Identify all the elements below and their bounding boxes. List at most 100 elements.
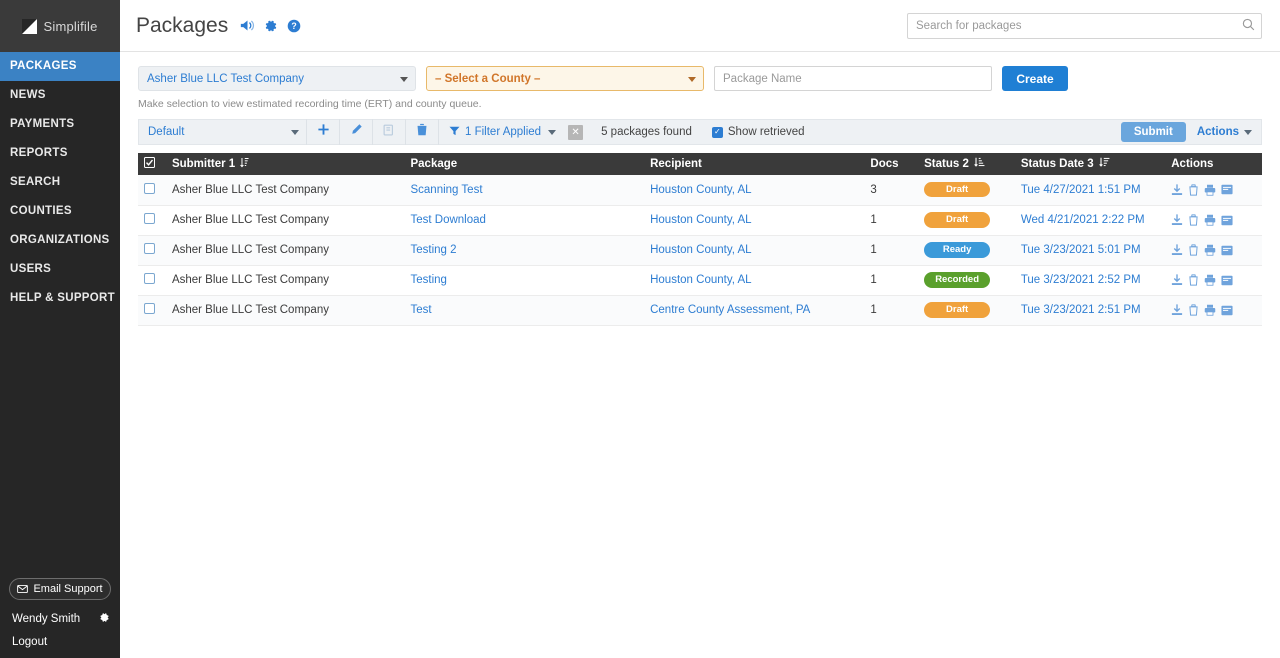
copy-view-button[interactable]: [373, 119, 406, 145]
sidebar-item-news[interactable]: NEWS: [0, 81, 120, 110]
cell-status-date[interactable]: Tue 4/27/2021 1:51 PM: [1014, 175, 1166, 206]
print-icon[interactable]: [1204, 304, 1216, 316]
show-retrieved-toggle[interactable]: ✓ Show retrieved: [711, 126, 805, 138]
county-select[interactable]: – Select a County –: [426, 66, 704, 91]
sidebar-item-payments[interactable]: PAYMENTS: [0, 110, 120, 139]
column-header-recipient[interactable]: Recipient: [644, 153, 865, 175]
sidebar-item-organizations[interactable]: ORGANIZATIONS: [0, 226, 120, 255]
download-icon[interactable]: [1171, 214, 1183, 226]
cell-recipient-link[interactable]: Houston County, AL: [644, 175, 865, 206]
download-icon[interactable]: [1171, 304, 1183, 316]
archive-icon[interactable]: [1221, 305, 1233, 316]
view-select[interactable]: Default: [139, 119, 307, 145]
cell-recipient-link[interactable]: Houston County, AL: [644, 235, 865, 266]
cell-actions: [1165, 265, 1262, 296]
column-header-docs[interactable]: Docs: [864, 153, 919, 175]
sidebar-item-counties[interactable]: COUNTIES: [0, 197, 120, 226]
sidebar-item-users[interactable]: USERS: [0, 255, 120, 284]
search-icon[interactable]: [1242, 18, 1255, 36]
column-header-submitter-label: Submitter 1: [171, 158, 236, 170]
cell-status: Draft: [918, 205, 1015, 236]
cell-status-date[interactable]: Wed 4/21/2021 2:22 PM: [1014, 205, 1166, 236]
gear-icon[interactable]: [264, 19, 278, 33]
package-name-input[interactable]: [714, 66, 992, 91]
row-select-cell[interactable]: [138, 295, 166, 326]
clear-filter-button[interactable]: ✕: [568, 124, 584, 140]
submit-button[interactable]: Submit: [1120, 122, 1186, 142]
cell-status-date[interactable]: Tue 3/23/2021 2:52 PM: [1014, 265, 1166, 296]
cell-status-date[interactable]: Tue 3/23/2021 5:01 PM: [1014, 235, 1166, 266]
download-icon[interactable]: [1171, 184, 1183, 196]
select-all-header[interactable]: [138, 153, 166, 175]
cell-status-date[interactable]: Tue 3/23/2021 2:51 PM: [1014, 295, 1166, 326]
download-icon[interactable]: [1171, 244, 1183, 256]
cell-recipient-link[interactable]: Houston County, AL: [644, 205, 865, 236]
email-support-button[interactable]: Email Support: [9, 578, 111, 600]
print-icon[interactable]: [1204, 274, 1216, 286]
column-header-status[interactable]: Status 2: [918, 153, 1015, 175]
announcement-icon[interactable]: [240, 19, 255, 32]
brand-logo[interactable]: Simplifile: [0, 0, 120, 52]
table-row[interactable]: Asher Blue LLC Test Company Test Download…: [138, 205, 1262, 236]
cell-package-link[interactable]: Test: [404, 295, 645, 326]
archive-icon[interactable]: [1221, 184, 1233, 195]
archive-icon[interactable]: [1221, 275, 1233, 286]
cell-package-link[interactable]: Testing 2: [404, 235, 645, 266]
cell-status: Draft: [918, 295, 1015, 326]
table-row[interactable]: Asher Blue LLC Test Company Scanning Test…: [138, 175, 1262, 206]
row-checkbox[interactable]: [144, 182, 155, 194]
sidebar-item-search[interactable]: SEARCH: [0, 168, 120, 197]
email-support-label: Email Support: [33, 583, 103, 595]
cell-package-link[interactable]: Scanning Test: [404, 175, 645, 206]
select-all-checkbox[interactable]: [143, 156, 156, 171]
table-row[interactable]: Asher Blue LLC Test Company Testing Housto…: [138, 265, 1262, 296]
trash-icon[interactable]: [1188, 244, 1199, 256]
company-select[interactable]: Asher Blue LLC Test Company: [138, 66, 416, 91]
sidebar-item-reports[interactable]: REPORTS: [0, 139, 120, 168]
download-icon[interactable]: [1171, 274, 1183, 286]
row-select-cell[interactable]: [138, 265, 166, 296]
print-icon[interactable]: [1204, 244, 1216, 256]
archive-icon[interactable]: [1221, 245, 1233, 256]
search-input[interactable]: [907, 12, 1262, 39]
filter-control[interactable]: 1 Filter Applied: [439, 119, 564, 145]
cell-package-link[interactable]: Testing: [404, 265, 645, 296]
sidebar-item-packages[interactable]: PACKAGES: [0, 52, 120, 81]
gear-icon[interactable]: [99, 612, 110, 626]
sidebar-item-help-support[interactable]: HELP & SUPPORT: [0, 284, 120, 313]
column-header-submitter[interactable]: Submitter 1: [165, 153, 405, 175]
row-checkbox[interactable]: [144, 273, 155, 284]
row-action-group: [1171, 304, 1256, 316]
copy-icon: [383, 123, 395, 141]
table-row[interactable]: Asher Blue LLC Test Company Test Centre Co…: [138, 295, 1262, 326]
trash-icon[interactable]: [1188, 274, 1199, 286]
help-icon[interactable]: ?: [287, 19, 301, 33]
trash-icon[interactable]: [1188, 214, 1199, 226]
row-checkbox[interactable]: [144, 213, 155, 224]
row-checkbox[interactable]: [144, 303, 155, 314]
print-icon[interactable]: [1204, 184, 1216, 196]
trash-icon[interactable]: [1188, 184, 1199, 196]
row-checkbox[interactable]: [144, 243, 155, 254]
create-button[interactable]: Create: [1002, 66, 1068, 91]
print-icon[interactable]: [1204, 214, 1216, 226]
column-header-status-date[interactable]: Status Date 3: [1014, 153, 1166, 175]
cell-submitter: Asher Blue LLC Test Company: [165, 265, 405, 296]
actions-menu-button[interactable]: Actions: [1193, 122, 1256, 142]
table-row[interactable]: Asher Blue LLC Test Company Testing 2 Hous…: [138, 235, 1262, 266]
logout-link[interactable]: Logout: [0, 630, 120, 652]
edit-view-button[interactable]: [340, 119, 373, 145]
column-header-package[interactable]: Package: [404, 153, 645, 175]
cell-recipient-link[interactable]: Houston County, AL: [644, 265, 865, 296]
show-retrieved-checkbox[interactable]: ✓: [711, 126, 723, 138]
row-select-cell[interactable]: [138, 175, 166, 206]
row-select-cell[interactable]: [138, 205, 166, 236]
cell-docs: 1: [864, 295, 919, 326]
trash-icon[interactable]: [1188, 304, 1199, 316]
delete-view-button[interactable]: [406, 119, 439, 145]
cell-package-link[interactable]: Test Download: [404, 205, 645, 236]
archive-icon[interactable]: [1221, 215, 1233, 226]
row-select-cell[interactable]: [138, 235, 166, 266]
cell-recipient-link[interactable]: Centre County Assessment, PA: [644, 295, 865, 326]
add-view-button[interactable]: [307, 119, 340, 145]
